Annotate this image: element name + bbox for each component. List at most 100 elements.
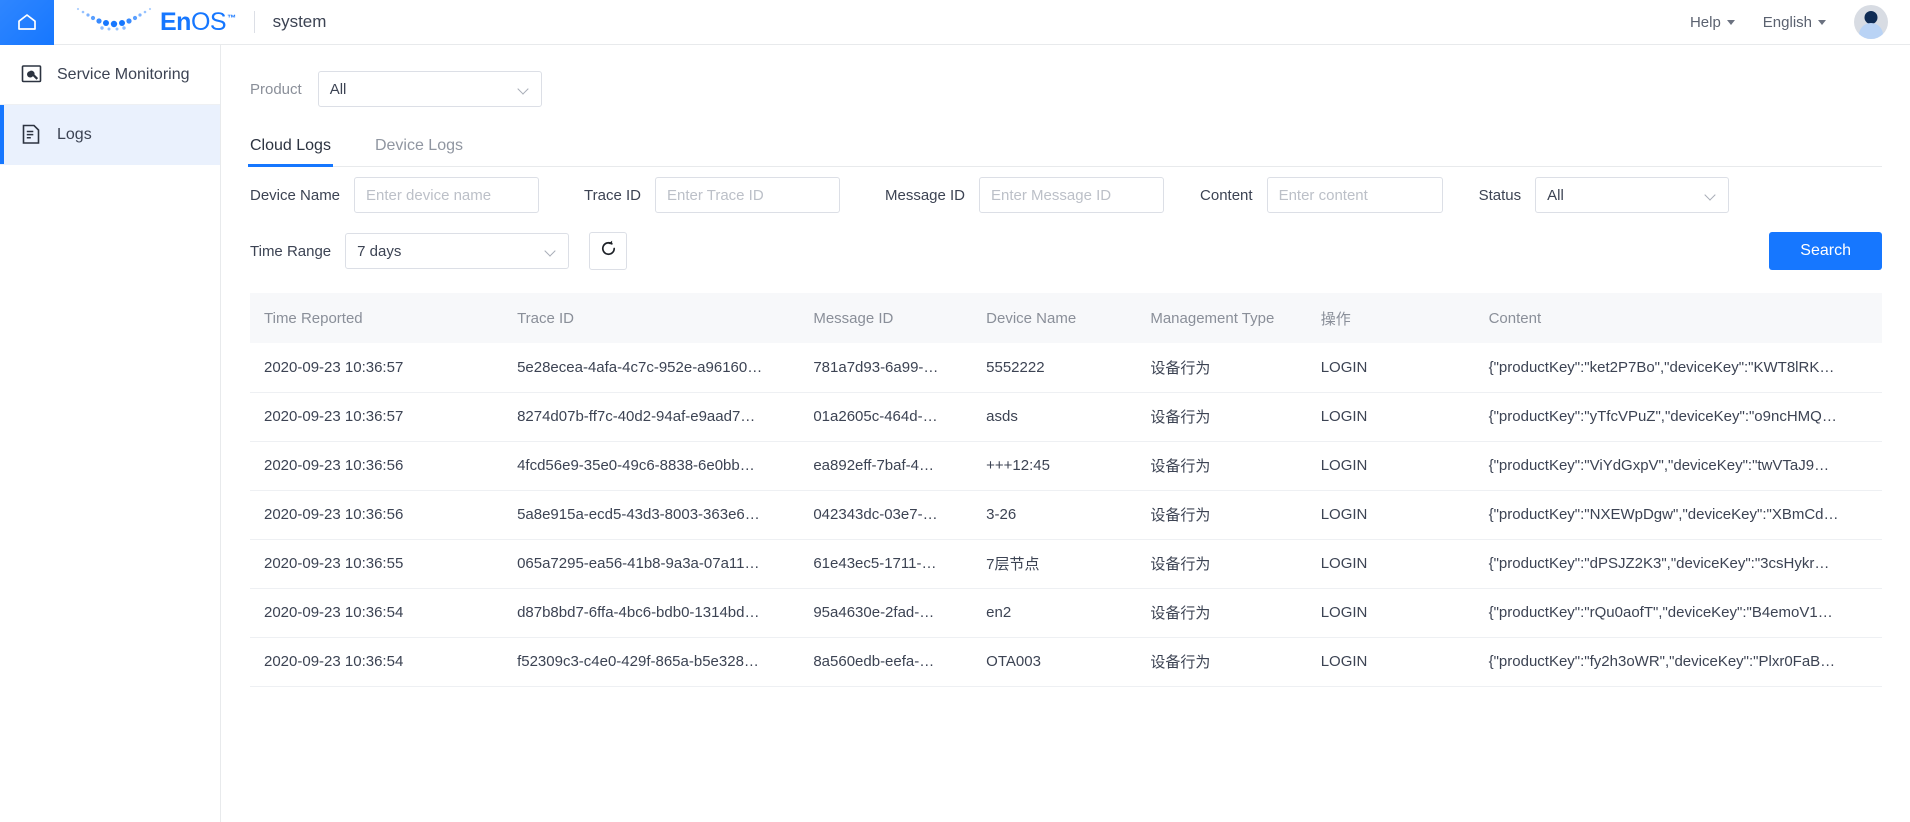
trace-id-input[interactable] [655,177,840,213]
tab-device-logs[interactable]: Device Logs [375,137,463,166]
cell-management-type: 设备行为 [1136,441,1306,490]
column-header-content[interactable]: Content [1475,293,1882,343]
table-row[interactable]: 2020-09-23 10:36:54 d87b8bd7-6ffa-4bc6-b… [250,588,1882,637]
cell-trace-id: d87b8bd7-6ffa-4bc6-bdb0-1314bd… [503,588,799,637]
content-input[interactable] [1267,177,1443,213]
brand-os-text: OS [191,10,226,35]
top-bar: En OS ™ system Help English [0,0,1910,45]
table-row[interactable]: 2020-09-23 10:36:55 065a7295-ea56-41b8-9… [250,539,1882,588]
cell-operation: LOGIN [1307,588,1475,637]
cell-message-id: 781a7d93-6a99-… [799,343,972,392]
sidebar-item-logs[interactable]: Logs [0,105,220,165]
column-header-device-name[interactable]: Device Name [972,293,1136,343]
cell-operation: LOGIN [1307,343,1475,392]
table-body: 2020-09-23 10:36:57 5e28ecea-4afa-4c7c-9… [250,343,1882,686]
sidebar: Service Monitoring Logs [0,45,221,822]
main-content: Product All Cloud Logs Device Logs Devic… [222,45,1910,822]
app-name: system [273,12,327,32]
filter-row-1: Device Name Trace ID Message ID Content … [250,167,1882,223]
log-tabs: Cloud Logs Device Logs [250,137,1882,167]
cell-time-reported: 2020-09-23 10:36:54 [250,637,503,686]
help-menu[interactable]: Help [1690,14,1735,31]
product-filter-row: Product All [222,45,1910,107]
column-header-message-id[interactable]: Message ID [799,293,972,343]
cell-content: {"productKey":"dPSJZ2K3","deviceKey":"3c… [1475,539,1882,588]
cell-operation: LOGIN [1307,392,1475,441]
cell-trace-id: 5a8e915a-ecd5-43d3-8003-363e6… [503,490,799,539]
cell-time-reported: 2020-09-23 10:36:54 [250,588,503,637]
help-label: Help [1690,14,1721,31]
column-header-operation[interactable]: 操作 [1307,293,1475,343]
chevron-down-icon [546,246,557,257]
language-label: English [1763,14,1812,31]
tab-cloud-logs[interactable]: Cloud Logs [250,137,331,166]
chevron-down-icon [519,84,530,95]
column-header-time-reported[interactable]: Time Reported [250,293,503,343]
refresh-button[interactable] [589,232,627,270]
cell-time-reported: 2020-09-23 10:36:57 [250,392,503,441]
tab-label: Device Logs [375,137,463,154]
status-select[interactable]: All [1535,177,1729,213]
cell-device-name: +++12:45 [972,441,1136,490]
cell-device-name: 3-26 [972,490,1136,539]
product-select-value: All [330,81,511,98]
brand-trademark: ™ [227,14,236,23]
message-id-input[interactable] [979,177,1164,213]
device-name-input[interactable] [354,177,539,213]
table-row[interactable]: 2020-09-23 10:36:56 5a8e915a-ecd5-43d3-8… [250,490,1882,539]
cell-management-type: 设备行为 [1136,490,1306,539]
brand-logo[interactable]: En OS ™ [72,0,236,45]
table-row[interactable]: 2020-09-23 10:36:54 f52309c3-c4e0-429f-8… [250,637,1882,686]
message-id-filter: Message ID [885,177,1164,213]
cell-management-type: 设备行为 [1136,637,1306,686]
cell-time-reported: 2020-09-23 10:36:55 [250,539,503,588]
cell-operation: LOGIN [1307,539,1475,588]
home-button[interactable] [0,0,54,45]
logs-document-icon [20,124,42,146]
time-range-label: Time Range [250,243,331,260]
chevron-down-icon [1818,20,1826,25]
table-row[interactable]: 2020-09-23 10:36:57 5e28ecea-4afa-4c7c-9… [250,343,1882,392]
status-select-value: All [1547,187,1698,204]
cell-trace-id: f52309c3-c4e0-429f-865a-b5e328… [503,637,799,686]
brand-divider [254,11,255,33]
cell-content: {"productKey":"rQu0aofT","deviceKey":"B4… [1475,588,1882,637]
cell-management-type: 设备行为 [1136,539,1306,588]
table-row[interactable]: 2020-09-23 10:36:56 4fcd56e9-35e0-49c6-8… [250,441,1882,490]
language-menu[interactable]: English [1763,14,1826,31]
top-bar-right: Help English [1690,5,1910,39]
cell-message-id: ea892eff-7baf-4… [799,441,972,490]
cell-management-type: 设备行为 [1136,588,1306,637]
cell-management-type: 设备行为 [1136,392,1306,441]
chevron-down-icon [1727,20,1735,25]
product-select[interactable]: All [318,71,542,107]
cell-content: {"productKey":"NXEWpDgw","deviceKey":"XB… [1475,490,1882,539]
cell-content: {"productKey":"ViYdGxpV","deviceKey":"tw… [1475,441,1882,490]
message-id-label: Message ID [885,187,965,204]
tab-label: Cloud Logs [250,137,331,154]
cell-message-id: 95a4630e-2fad-… [799,588,972,637]
time-range-select[interactable]: 7 days [345,233,569,269]
content-label: Content [1200,187,1253,204]
table-head: Time Reported Trace ID Message ID Device… [250,293,1882,343]
table-row[interactable]: 2020-09-23 10:36:57 8274d07b-ff7c-40d2-9… [250,392,1882,441]
cell-time-reported: 2020-09-23 10:36:57 [250,343,503,392]
time-range-filter: Time Range 7 days [250,233,569,269]
table-header-row: Time Reported Trace ID Message ID Device… [250,293,1882,343]
sidebar-item-service-monitoring[interactable]: Service Monitoring [0,45,220,105]
cell-message-id: 042343dc-03e7-… [799,490,972,539]
logs-table-wrapper: Time Reported Trace ID Message ID Device… [250,293,1882,687]
cell-device-name: asds [972,392,1136,441]
user-avatar-body [1859,23,1883,39]
device-name-label: Device Name [250,187,340,204]
column-header-management-type[interactable]: Management Type [1136,293,1306,343]
avatar[interactable] [1854,5,1888,39]
search-button[interactable]: Search [1769,232,1882,270]
cell-operation: LOGIN [1307,490,1475,539]
content-filter: Content [1200,177,1443,213]
cell-device-name: en2 [972,588,1136,637]
cell-operation: LOGIN [1307,637,1475,686]
device-name-filter: Device Name [250,177,539,213]
cell-content: {"productKey":"ket2P7Bo","deviceKey":"KW… [1475,343,1882,392]
column-header-trace-id[interactable]: Trace ID [503,293,799,343]
